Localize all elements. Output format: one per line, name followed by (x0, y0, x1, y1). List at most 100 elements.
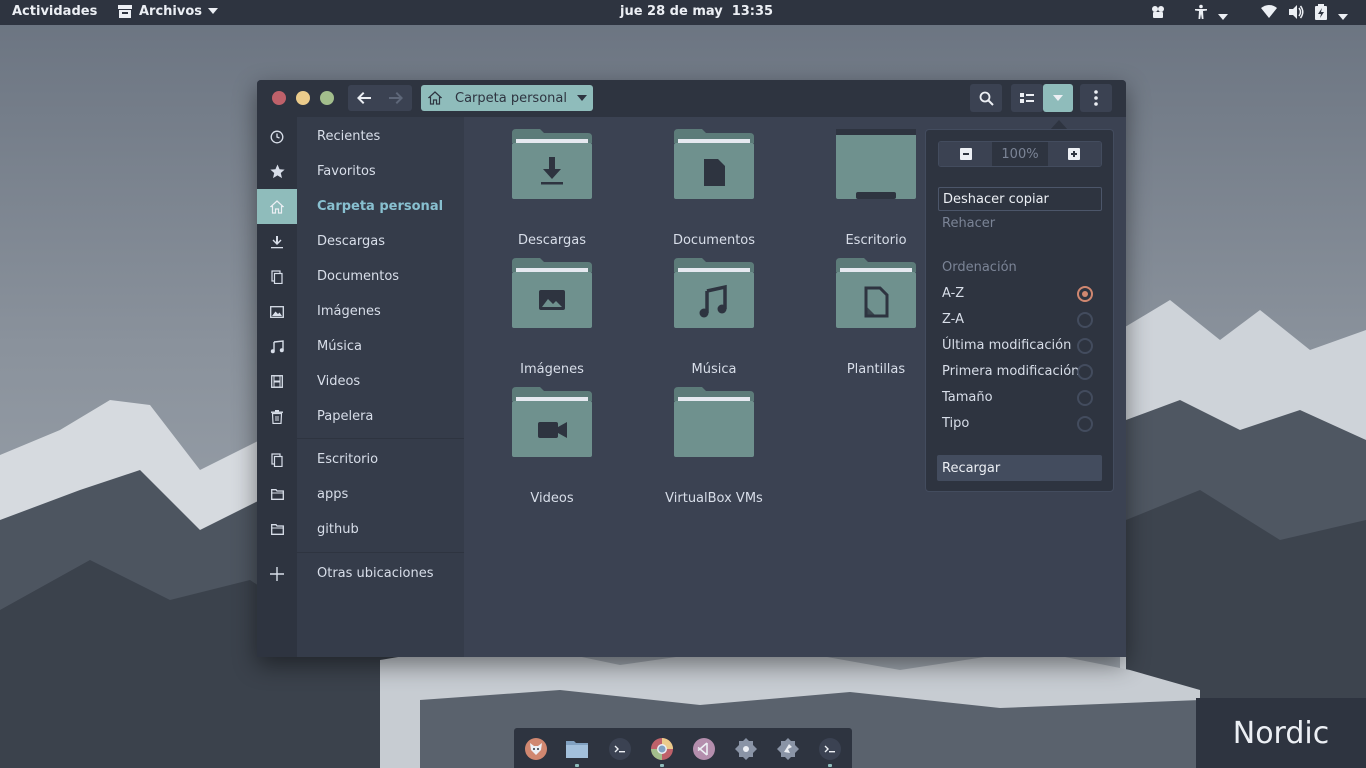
chrome-icon[interactable] (650, 737, 674, 761)
folder-icon (674, 387, 754, 457)
navigation-buttons (348, 85, 412, 111)
sidebar-item-documentos[interactable]: Documentos (317, 259, 399, 294)
sort-radio-last-modified[interactable] (1077, 338, 1093, 354)
arrow-right-icon (389, 92, 403, 104)
sidebar-divider (297, 552, 464, 553)
folder-icon (257, 477, 297, 512)
header-bar: Carpeta personal (257, 80, 1126, 117)
maximize-button[interactable] (320, 91, 334, 105)
folder-item-documentos[interactable]: Documentos (654, 123, 774, 248)
folder-template-icon (836, 258, 916, 328)
close-button[interactable] (272, 91, 286, 105)
sidebar-item-otras-ubicaciones[interactable]: Otras ubicaciones (317, 556, 434, 591)
folder-desktop-icon (836, 129, 916, 199)
settings-icon[interactable] (734, 737, 758, 761)
terminal-icon[interactable] (818, 737, 842, 761)
folder-item-escritorio[interactable]: Escritorio (816, 123, 936, 248)
plus-icon (257, 556, 297, 591)
files-icon[interactable] (565, 737, 589, 761)
download-icon (257, 224, 297, 259)
menu-button[interactable] (1080, 84, 1112, 112)
vscode-icon[interactable] (692, 737, 716, 761)
folder-music-icon (674, 258, 754, 328)
folder-item-descargas[interactable]: Descargas (492, 123, 612, 248)
activities-button[interactable]: Actividades (12, 4, 97, 19)
tray-app-icon[interactable] (1150, 4, 1166, 24)
redo-menu-item[interactable]: Rehacer (942, 216, 995, 231)
sort-option-first-modified[interactable]: Primera modificación (942, 364, 1079, 379)
minus-icon (959, 148, 972, 160)
view-options-popover: 100% Deshacer copiar Rehacer Ordenación … (925, 129, 1114, 492)
film-icon (257, 364, 297, 399)
sidebar-item-imagenes[interactable]: Imágenes (317, 294, 381, 329)
chevron-down-icon (208, 8, 219, 14)
folder-item-musica[interactable]: Música (654, 252, 774, 377)
folder-icon (257, 512, 297, 547)
folder-item-virtualbox-vms[interactable]: VirtualBox VMs (654, 381, 774, 506)
document-icon (257, 259, 297, 294)
list-view-icon (1020, 93, 1034, 103)
folder-item-videos[interactable]: Videos (492, 381, 612, 506)
sort-heading: Ordenación (942, 260, 1017, 275)
trash-icon (257, 399, 297, 434)
sidebar-item-carpeta-personal[interactable]: Carpeta personal (317, 189, 443, 224)
view-options-button[interactable] (1043, 84, 1073, 112)
undo-menu-item[interactable]: Deshacer copiar (938, 187, 1102, 211)
minimize-button[interactable] (296, 91, 310, 105)
clock-button[interactable]: jue 28 de may 13:35 (620, 4, 773, 19)
running-indicator (828, 764, 832, 767)
folder-image-icon (512, 258, 592, 328)
app-menu-label: Archivos (139, 3, 203, 19)
folder-item-plantillas[interactable]: Plantillas (816, 252, 936, 377)
back-button[interactable] (348, 85, 380, 111)
app-menu-button[interactable]: Archivos (117, 3, 219, 19)
sort-option-z-a[interactable]: Z-A (942, 312, 964, 327)
accessibility-icon[interactable] (1193, 4, 1209, 24)
sidebar-item-recientes[interactable]: Recientes (317, 119, 380, 154)
zoom-in-button[interactable] (1047, 142, 1101, 166)
reload-button[interactable]: Recargar (937, 455, 1102, 481)
folder-name: Escritorio (845, 233, 907, 248)
terminal-icon[interactable] (608, 737, 632, 761)
folder-name: Plantillas (846, 362, 906, 377)
sort-radio-type[interactable] (1077, 416, 1093, 432)
sidebar-item-musica[interactable]: Música (317, 329, 362, 364)
firefox-icon[interactable] (524, 737, 548, 761)
sidebar-item-videos[interactable]: Videos (317, 364, 360, 399)
sort-option-last-modified[interactable]: Última modificación (942, 338, 1071, 353)
view-list-button[interactable] (1011, 84, 1043, 112)
star-icon (257, 154, 297, 189)
sidebar-item-escritorio[interactable]: Escritorio (317, 442, 378, 477)
sort-radio-a-z[interactable] (1077, 286, 1093, 302)
sort-option-size[interactable]: Tamaño (942, 390, 993, 405)
clock-date: jue 28 de may (620, 4, 723, 19)
theme-brand-label: Nordic (1196, 698, 1366, 768)
forward-button[interactable] (380, 85, 412, 111)
zoom-control: 100% (938, 141, 1102, 167)
folder-name: Imágenes (520, 362, 584, 377)
sort-option-type[interactable]: Tipo (942, 416, 969, 431)
battery-icon (1314, 4, 1328, 24)
sidebar-item-apps[interactable]: apps (317, 477, 348, 512)
folder-item-imagenes[interactable]: Imágenes (492, 252, 612, 377)
plus-icon (1068, 148, 1081, 160)
chevron-down-icon (1218, 9, 1228, 24)
sort-radio-first-modified[interactable] (1077, 364, 1093, 380)
path-bar-button[interactable]: Carpeta personal (421, 85, 593, 111)
sidebar-icon-rail (257, 117, 297, 657)
sort-radio-size[interactable] (1077, 390, 1093, 406)
clock-icon (257, 119, 297, 154)
document-icon (257, 442, 297, 477)
sidebar-item-papelera[interactable]: Papelera (317, 399, 373, 434)
sort-radio-z-a[interactable] (1077, 312, 1093, 328)
path-bar-label: Carpeta personal (455, 90, 567, 106)
sidebar-item-descargas[interactable]: Descargas (317, 224, 385, 259)
folder-name: Documentos (672, 233, 756, 248)
search-button[interactable] (970, 84, 1002, 112)
sidebar-item-github[interactable]: github (317, 512, 359, 547)
sort-option-a-z[interactable]: A-Z (942, 286, 964, 301)
inkscape-icon[interactable] (776, 737, 800, 761)
sidebar-item-favoritos[interactable]: Favoritos (317, 154, 376, 189)
home-icon (257, 189, 297, 224)
zoom-out-button[interactable] (939, 142, 993, 166)
